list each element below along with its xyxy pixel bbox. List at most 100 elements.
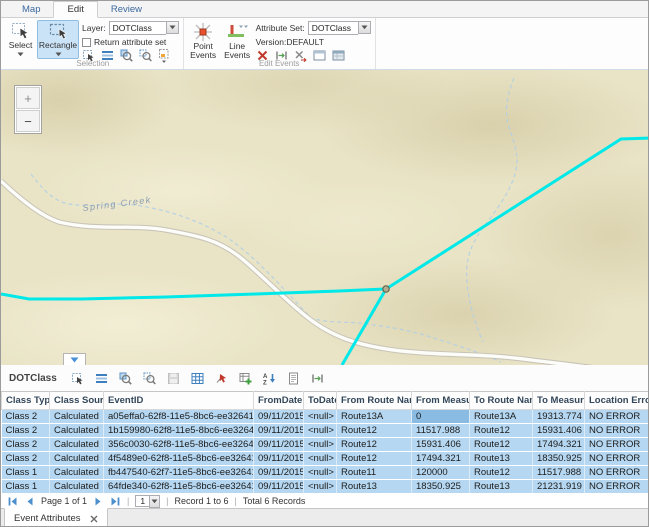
table-cell[interactable]: 09/11/2015 — [254, 480, 304, 494]
zoom-out-button[interactable]: − — [16, 110, 40, 132]
pan-to-selection-icon[interactable] — [143, 372, 156, 385]
table-row[interactable]: Class 1Calculated64fde340-62f8-11e5-8bc6… — [2, 480, 649, 494]
table-cell[interactable]: Calculated — [50, 452, 104, 466]
table-cell[interactable]: Class 1 — [2, 480, 50, 494]
rectangle-select-button[interactable]: Rectangle — [37, 20, 79, 59]
table-cell[interactable]: Route13 — [470, 452, 533, 466]
route-junction-marker[interactable] — [383, 286, 389, 292]
zoom-in-button[interactable]: + — [16, 87, 40, 109]
table-cell[interactable]: Calculated — [50, 424, 104, 438]
table-cell[interactable]: Route12 — [470, 438, 533, 452]
column-header[interactable]: To Route Name — [470, 392, 533, 410]
table-cell[interactable]: Route12 — [470, 466, 533, 480]
return-attribute-set-checkbox[interactable] — [82, 38, 91, 47]
table-cell[interactable]: Class 2 — [2, 438, 50, 452]
table-cell[interactable]: 18350.925 — [412, 480, 470, 494]
table-cell[interactable]: Route13 — [470, 480, 533, 494]
table-cell[interactable]: <null> — [304, 424, 337, 438]
table-cell[interactable]: NO ERROR — [585, 466, 649, 480]
table-cell[interactable]: 17494.321 — [533, 438, 585, 452]
table-cell[interactable]: Route12 — [337, 438, 412, 452]
column-header[interactable]: Class Type — [2, 392, 50, 410]
table-row[interactable]: Class 1Calculatedfb447540-62f7-11e5-8bc6… — [2, 466, 649, 480]
table-cell[interactable]: 15931.406 — [412, 438, 470, 452]
table-cell[interactable]: 21231.919 — [533, 480, 585, 494]
table-cell[interactable]: NO ERROR — [585, 424, 649, 438]
table-cell[interactable]: Class 1 — [2, 466, 50, 480]
table-cell[interactable]: 09/11/2015 — [254, 410, 304, 424]
tab-edit[interactable]: Edit — [53, 1, 97, 18]
table-row[interactable]: Class 2Calculated4f5489e0-62f8-11e5-8bc6… — [2, 452, 649, 466]
table-cell[interactable]: 64fde340-62f8-11e5-8bc6-ee32641d5ec9 — [104, 480, 254, 494]
sort-icon[interactable]: AZ — [263, 372, 276, 385]
page-select-combobox[interactable]: 1 — [135, 495, 160, 507]
table-cell[interactable]: Route12 — [337, 452, 412, 466]
table-cell[interactable]: Calculated — [50, 466, 104, 480]
table-cell[interactable]: 09/11/2015 — [254, 466, 304, 480]
column-header[interactable]: To Measure — [533, 392, 585, 410]
zoom-to-selection-icon[interactable] — [119, 372, 132, 385]
table-cell[interactable]: 17494.321 — [412, 452, 470, 466]
attribute-set-combobox[interactable]: DOTClass — [308, 21, 371, 35]
table-cell[interactable]: fb447540-62f7-11e5-8bc6-ee32641d5ec9 — [104, 466, 254, 480]
table-cell[interactable]: Class 2 — [2, 452, 50, 466]
table-cell[interactable]: 18350.925 — [533, 452, 585, 466]
table-cell[interactable]: a05effa0-62f8-11e5-8bc6-ee32641d5ec9 — [104, 410, 254, 424]
table-cell[interactable]: <null> — [304, 438, 337, 452]
identify-icon[interactable] — [287, 372, 300, 385]
table-cell[interactable]: Route12 — [470, 424, 533, 438]
map-viewport[interactable]: Spring Creek + − — [1, 70, 649, 365]
table-cell[interactable]: NO ERROR — [585, 438, 649, 452]
table-row[interactable]: Class 2Calculateda05effa0-62f8-11e5-8bc6… — [2, 410, 649, 424]
collapse-table-button[interactable] — [63, 353, 86, 365]
table-cell[interactable]: <null> — [304, 452, 337, 466]
table-cell[interactable]: 0 — [412, 410, 470, 424]
column-header[interactable]: EventID — [104, 392, 254, 410]
table-cell[interactable]: <null> — [304, 410, 337, 424]
save-icon[interactable] — [167, 372, 180, 385]
table-cell[interactable]: Route13A — [337, 410, 412, 424]
layer-dropdown-icon[interactable] — [166, 21, 179, 34]
select-button[interactable]: Select — [7, 20, 34, 59]
previous-page-icon[interactable] — [24, 496, 35, 507]
table-cell[interactable]: Route13 — [337, 480, 412, 494]
append-records-icon[interactable] — [239, 372, 252, 385]
tab-review[interactable]: Review — [98, 2, 155, 17]
table-cell[interactable]: NO ERROR — [585, 452, 649, 466]
table-cell[interactable]: Route12 — [337, 424, 412, 438]
last-page-icon[interactable] — [110, 496, 121, 507]
table-cell[interactable]: 4f5489e0-62f8-11e5-8bc6-ee32641d5ec9 — [104, 452, 254, 466]
table-cell[interactable]: Route13A — [470, 410, 533, 424]
column-header[interactable]: From Route Name — [337, 392, 412, 410]
table-cell[interactable]: NO ERROR — [585, 410, 649, 424]
column-header[interactable]: ToDate — [304, 392, 337, 410]
table-cell[interactable]: NO ERROR — [585, 480, 649, 494]
table-cell[interactable]: 1b159980-62f8-11e5-8bc6-ee32641d5ec9 — [104, 424, 254, 438]
line-events-button[interactable]: Line Events — [222, 20, 253, 59]
first-page-icon[interactable] — [7, 496, 18, 507]
table-row[interactable]: Class 2Calculated1b159980-62f8-11e5-8bc6… — [2, 424, 649, 438]
close-icon[interactable] — [90, 515, 98, 523]
attribute-set-dropdown-icon[interactable] — [358, 21, 371, 34]
point-events-button[interactable]: Point Events — [188, 20, 219, 59]
table-cell[interactable]: Class 2 — [2, 424, 50, 438]
attribute-table-icon[interactable] — [191, 372, 204, 385]
column-header[interactable]: Location Error — [585, 392, 649, 410]
table-cell[interactable]: 15931.406 — [533, 424, 585, 438]
column-header[interactable]: FromDate — [254, 392, 304, 410]
table-cell[interactable]: 356c0030-62f8-11e5-8bc6-ee32641d5ec9 — [104, 438, 254, 452]
tab-event-attributes[interactable]: Event Attributes — [4, 508, 108, 527]
tab-map[interactable]: Map — [9, 2, 53, 17]
table-cell[interactable]: 120000 — [412, 466, 470, 480]
table-cell[interactable]: <null> — [304, 480, 337, 494]
layer-combobox[interactable]: DOTClass — [109, 21, 179, 35]
table-row[interactable]: Class 2Calculated356c0030-62f8-11e5-8bc6… — [2, 438, 649, 452]
column-header[interactable]: From Measure — [412, 392, 470, 410]
column-header[interactable]: Class Source — [50, 392, 104, 410]
table-cell[interactable]: Route11 — [337, 466, 412, 480]
table-cell[interactable]: 09/11/2015 — [254, 424, 304, 438]
table-cell[interactable]: 11517.988 — [533, 466, 585, 480]
page-select-dropdown-icon[interactable] — [149, 495, 160, 508]
table-cell[interactable]: 11517.988 — [412, 424, 470, 438]
table-cell[interactable]: 09/11/2015 — [254, 438, 304, 452]
